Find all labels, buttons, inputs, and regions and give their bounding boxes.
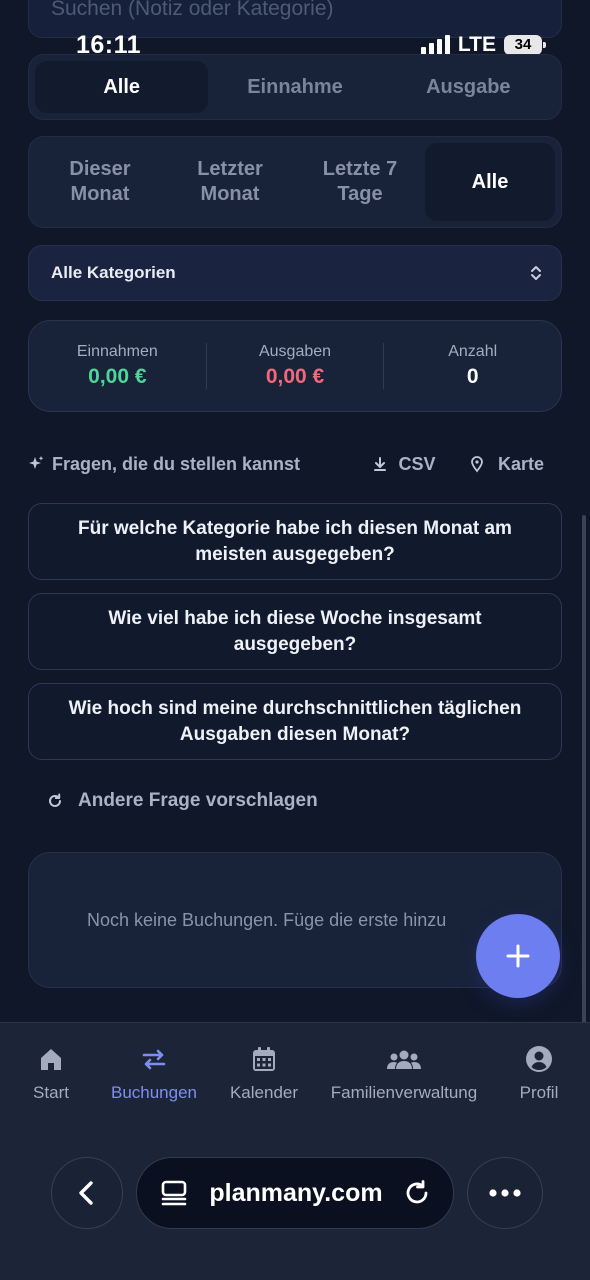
period-option-this-month[interactable]: Dieser Monat bbox=[35, 143, 165, 221]
app-screen: Suchen (Notiz oder Kategorie) 16:11 LTE … bbox=[0, 0, 590, 1280]
suggest-other-question-label: Andere Frage vorschlagen bbox=[78, 790, 318, 811]
period-option-last-month[interactable]: Letzter Monat bbox=[165, 143, 295, 221]
browser-url: planmany.com bbox=[209, 1178, 383, 1207]
empty-state-text: Noch keine Buchungen. Füge die erste hin… bbox=[87, 909, 447, 930]
chevron-left-icon bbox=[79, 1181, 93, 1205]
more-dots-icon bbox=[489, 1189, 521, 1197]
transfer-arrows-icon bbox=[142, 1049, 166, 1070]
csv-export-button[interactable]: CSV bbox=[369, 454, 436, 475]
nav-tab-start[interactable]: Start bbox=[22, 1045, 80, 1103]
stat-income: Einnahmen 0,00 € bbox=[29, 343, 206, 389]
category-select[interactable]: Alle Kategorien bbox=[28, 245, 562, 301]
bottom-navigation: Start Buchungen Kalender Familienverwalt… bbox=[0, 1022, 590, 1280]
action-row: Fragen, die du stellen kannst CSV Karte bbox=[28, 448, 562, 480]
summary-stats: Einnahmen 0,00 € Ausgaben 0,00 € Anzahl … bbox=[28, 320, 562, 412]
period-filter: Dieser Monat Letzter Monat Letzte 7 Tage… bbox=[28, 136, 562, 228]
suggest-other-question-button[interactable]: Andere Frage vorschlagen bbox=[46, 786, 318, 816]
browser-more-button[interactable] bbox=[467, 1157, 543, 1229]
nav-tab-family-label: Familienverwaltung bbox=[330, 1083, 478, 1102]
map-pin-icon bbox=[471, 456, 483, 473]
map-button[interactable]: Karte bbox=[464, 454, 544, 475]
nav-tab-calendar-label: Kalender bbox=[229, 1083, 299, 1102]
stat-expenses-label: Ausgaben bbox=[258, 343, 332, 360]
home-icon bbox=[41, 1049, 61, 1070]
nav-tab-bookings-label: Buchungen bbox=[110, 1083, 198, 1102]
nav-tab-start-label: Start bbox=[33, 1083, 69, 1102]
plus-icon bbox=[506, 944, 530, 968]
suggested-question-3[interactable]: Wie hoch sind meine durchschnittlichen t… bbox=[28, 683, 562, 760]
nav-tab-calendar[interactable]: Kalender bbox=[226, 1045, 302, 1103]
suggested-question-1[interactable]: Für welche Kategorie habe ich diesen Mon… bbox=[28, 503, 562, 580]
questions-button[interactable]: Fragen, die du stellen kannst bbox=[28, 454, 300, 475]
stat-count-label: Anzahl bbox=[448, 343, 498, 360]
csv-export-label: CSV bbox=[398, 453, 436, 474]
type-option-all[interactable]: Alle bbox=[35, 61, 209, 113]
tab-overview-icon bbox=[161, 1180, 187, 1206]
nav-tab-bookings[interactable]: Buchungen bbox=[106, 1045, 202, 1103]
stat-count-value: 0 bbox=[466, 365, 479, 388]
type-option-income[interactable]: Einnahme bbox=[208, 61, 381, 113]
type-filter: Alle Einnahme Ausgabe bbox=[28, 54, 562, 120]
period-option-last-7-days[interactable]: Letzte 7 Tage bbox=[295, 143, 425, 221]
stat-income-label: Einnahmen bbox=[76, 343, 158, 360]
refresh-icon bbox=[49, 793, 61, 807]
calendar-icon bbox=[253, 1047, 275, 1071]
sparkle-icon bbox=[29, 456, 44, 469]
battery-icon: 34 bbox=[504, 35, 546, 55]
group-icon bbox=[387, 1050, 421, 1069]
nav-tab-family[interactable]: Familienverwaltung bbox=[326, 1045, 482, 1103]
signal-icon bbox=[420, 35, 450, 55]
map-button-label: Karte bbox=[497, 453, 544, 474]
nav-tab-profile[interactable]: Profil bbox=[512, 1045, 566, 1103]
stat-count: Anzahl 0 bbox=[383, 343, 561, 389]
download-icon bbox=[373, 457, 386, 471]
stat-expenses: Ausgaben 0,00 € bbox=[205, 343, 384, 389]
chevron-updown-icon bbox=[531, 266, 541, 280]
reload-icon[interactable] bbox=[403, 1179, 431, 1207]
stat-income-value: 0,00 € bbox=[88, 365, 147, 388]
browser-address-bar[interactable]: planmany.com bbox=[136, 1157, 454, 1229]
category-select-value: Alle Kategorien bbox=[51, 263, 176, 282]
browser-back-button[interactable] bbox=[51, 1157, 123, 1229]
add-booking-button[interactable] bbox=[476, 914, 560, 998]
period-option-all[interactable]: Alle bbox=[425, 143, 555, 221]
nav-tab-profile-label: Profil bbox=[519, 1083, 559, 1102]
questions-button-label: Fragen, die du stellen kannst bbox=[52, 453, 301, 474]
user-circle-icon bbox=[526, 1046, 552, 1072]
type-option-expense[interactable]: Ausgabe bbox=[382, 61, 555, 113]
stat-expenses-value: 0,00 € bbox=[265, 365, 325, 388]
suggested-question-2[interactable]: Wie viel habe ich diese Woche insgesamt … bbox=[28, 593, 562, 670]
